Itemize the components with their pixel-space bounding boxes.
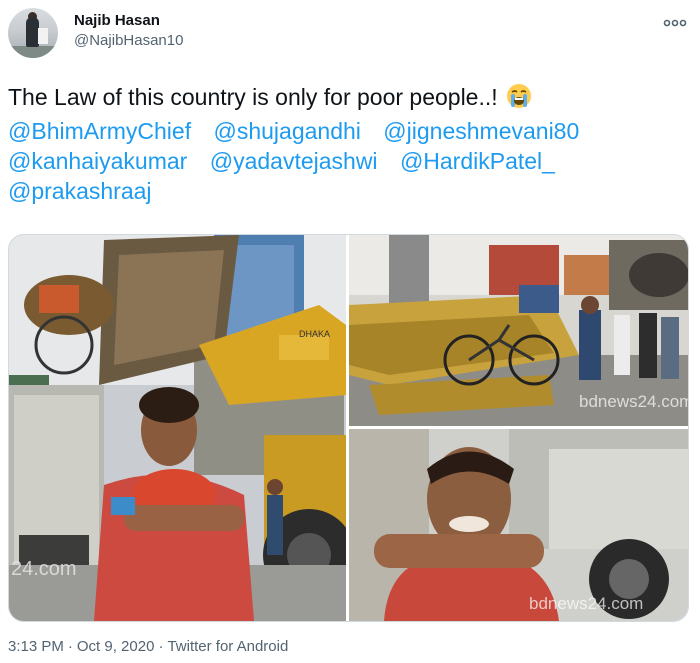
tweet-source[interactable]: Twitter for Android (167, 638, 288, 655)
media-grid: 24.com DHAKA bdnews24.com bdnews24.com (8, 234, 689, 622)
mention-link[interactable]: @prakashraaj (8, 178, 152, 204)
mention-link[interactable]: @jigneshmevani80 (383, 118, 579, 144)
mention-link[interactable]: @yadavtejashwi (210, 148, 378, 174)
tweet-body: The Law of this country is only for poor… (8, 84, 498, 110)
photo-watermark: 24.com (11, 558, 77, 580)
mention-link[interactable]: @kanhaiyakumar (8, 148, 187, 174)
loudly-crying-face-icon (506, 83, 532, 116)
avatar[interactable] (8, 8, 58, 58)
loader-sign: DHAKA (299, 329, 330, 339)
meta-separator: · (158, 638, 164, 655)
photo-watermark: bdnews24.com (579, 392, 688, 411)
tweet-time[interactable]: 3:13 PM (8, 638, 64, 655)
tweet-meta: 3:13 PM · Oct 9, 2020 · Twitter for Android (8, 638, 288, 655)
photo-crying-man-closeup[interactable]: bdnews24.com (349, 429, 688, 621)
tweet-header: Najib Hasan @NajibHasan10 (8, 8, 692, 60)
author-name[interactable]: Najib Hasan (74, 12, 160, 29)
photo-bulldozer-cycle[interactable]: bdnews24.com (349, 235, 688, 426)
meta-separator: · (67, 638, 73, 655)
mention-link[interactable]: @HardikPatel_ (400, 148, 555, 174)
mention-link[interactable]: @BhimArmyChief (8, 118, 191, 144)
tweet-date[interactable]: Oct 9, 2020 (77, 638, 155, 655)
mention-link[interactable]: @shujagandhi (214, 118, 361, 144)
photo-watermark: bdnews24.com (529, 594, 643, 613)
more-options-icon[interactable] (662, 14, 688, 32)
author-handle[interactable]: @NajibHasan10 (74, 32, 183, 49)
photo-excavator-rickshaw[interactable]: 24.com DHAKA (9, 235, 346, 621)
tweet-text: The Law of this country is only for poor… (8, 82, 688, 206)
